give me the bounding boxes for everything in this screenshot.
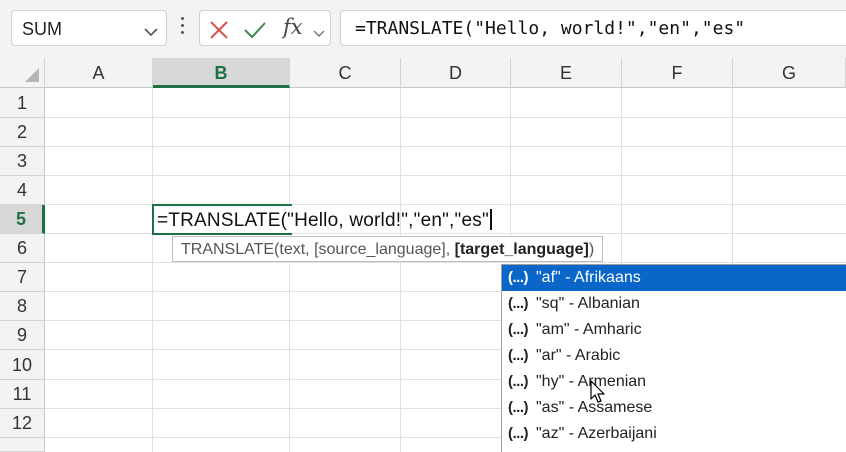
row-header-7[interactable]: 7 [0,263,45,292]
row-header-10[interactable]: 10 [0,350,45,380]
column-header-a[interactable]: A [45,58,153,88]
formula-text: =TRANSLATE("Hello, world!","en","es" [355,18,746,39]
tooltip-close-paren: ) [588,241,595,258]
tooltip-signature: TRANSLATE(text, [source_language], [181,241,455,258]
value-option-icon: (...) [508,425,529,442]
formula-controls: fx [199,10,331,46]
value-option-icon: (...) [508,321,529,338]
column-header-d[interactable]: D [401,58,511,88]
value-option-icon: (...) [508,399,529,416]
column-header-b[interactable]: B [153,58,290,88]
row-header-4[interactable]: 4 [0,176,45,205]
value-option-icon: (...) [508,295,529,312]
autocomplete-item-label: "af" - Afrikaans [536,269,641,286]
autocomplete-item-label: "am" - Amharic [536,321,642,338]
autocomplete-item[interactable]: (...) "af" - Afrikaans [502,265,846,291]
autocomplete-item[interactable]: (...) "ar" - Arabic [502,343,846,369]
column-header-f[interactable]: F [622,58,733,88]
autocomplete-item-label: "az" - Azerbaijani [536,425,657,442]
more-options-icon[interactable] [181,17,185,39]
value-option-icon: (...) [508,347,529,364]
name-box-value: SUM [22,19,62,39]
row-header-8[interactable]: 8 [0,292,45,321]
autocomplete-item[interactable]: (...) "az" - Azerbaijani [502,421,846,447]
row-header-3[interactable]: 3 [0,147,45,176]
grid-line [152,88,153,452]
column-header-g[interactable]: G [733,58,846,88]
cell-edit-text: =TRANSLATE("Hello, world!","en","es" [157,210,489,231]
autocomplete-item[interactable]: (...) "as" - Assamese [502,395,846,421]
row-header-12[interactable]: 12 [0,409,45,438]
row-header-13[interactable] [0,438,45,452]
chevron-down-icon[interactable] [313,25,325,43]
name-box[interactable]: SUM [11,10,167,46]
insert-function-button[interactable]: fx [283,15,303,39]
grid-line [45,117,846,118]
cell-edit-content[interactable]: =TRANSLATE("Hello, world!","en","es" [157,209,492,232]
tooltip-current-argument: [target_language] [454,241,589,258]
autocomplete-item-label: "sq" - Albanian [536,295,640,312]
grid-line [45,146,846,147]
chevron-down-icon[interactable] [144,24,158,42]
text-caret [489,209,492,230]
column-header-c[interactable]: C [290,58,401,88]
value-option-icon: (...) [508,269,529,286]
row-header-5[interactable]: 5 [0,205,45,234]
autocomplete-item-label: "ar" - Arabic [536,347,621,364]
row-header-11[interactable]: 11 [0,380,45,409]
autocomplete-dropdown: (...) "af" - Afrikaans (...) "sq" - Alba… [501,264,846,452]
grid-line [289,88,290,452]
autocomplete-item[interactable]: (...) "sq" - Albanian [502,291,846,317]
value-option-icon: (...) [508,373,529,390]
grid-line [400,88,401,452]
row-header-6[interactable]: 6 [0,234,45,263]
cancel-icon[interactable] [209,20,229,45]
row-header-1[interactable]: 1 [0,88,45,118]
enter-check-icon[interactable] [243,20,267,45]
row-header-9[interactable]: 9 [0,321,45,350]
column-header-e[interactable]: E [511,58,622,88]
mouse-pointer-icon [590,380,606,409]
select-all-button[interactable] [0,58,45,88]
function-signature-tooltip: TRANSLATE(text, [source_language], [targ… [172,236,604,262]
formula-bar-area: SUM fx =TRANSLATE("Hello, world!","en","… [0,0,846,58]
grid-line [45,175,846,176]
grid-line [45,262,846,263]
row-header-2[interactable]: 2 [0,118,45,147]
autocomplete-item[interactable]: (...) "am" - Amharic [502,317,846,343]
formula-input[interactable]: =TRANSLATE("Hello, world!","en","es" [340,10,846,46]
autocomplete-item[interactable]: (...) "hy" - Armenian [502,369,846,395]
